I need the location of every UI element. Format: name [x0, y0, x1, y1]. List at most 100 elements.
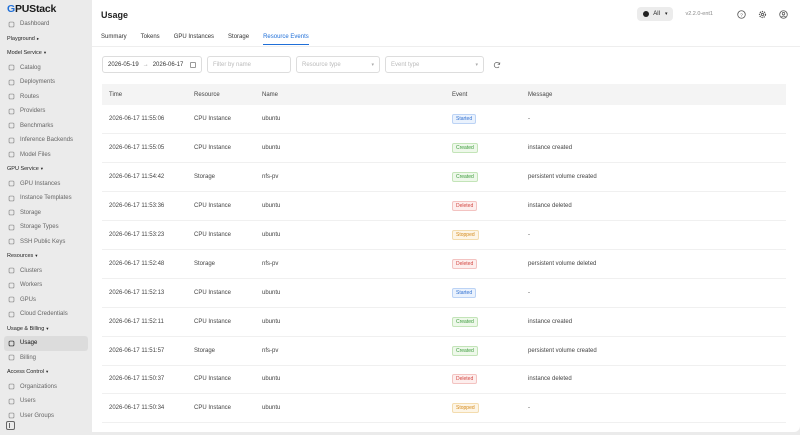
sidebar-item-gpu-instances[interactable]: GPU Instances	[0, 177, 92, 192]
caret-icon: ▾	[35, 253, 38, 259]
gpustack-logo[interactable]: G PUStack	[7, 3, 56, 15]
settings-gear-icon[interactable]	[757, 9, 767, 19]
sidebar-section-gpu-service[interactable]: GPU Service ▾	[0, 162, 92, 177]
sidebar-item-cloud-credentials[interactable]: Cloud Credentials	[0, 307, 92, 322]
sidebar-item-usage[interactable]: Usage	[4, 336, 88, 351]
sidebar-item-workers[interactable]: Workers	[0, 278, 92, 293]
cell-message: -	[528, 289, 530, 296]
date-start[interactable]: 2026-05-19	[108, 62, 139, 68]
resource-type-placeholder: Resource type	[302, 61, 341, 68]
date-range-picker[interactable]: 2026-05-19 → 2026-06-17	[102, 56, 202, 73]
sidebar-item-storage[interactable]: Storage	[0, 206, 92, 221]
name-filter-input[interactable]: Filter by name	[207, 56, 291, 73]
sidebar-item-organizations[interactable]: Organizations	[0, 380, 92, 395]
cell-time: 2026-06-17 11:52:13	[109, 289, 165, 296]
cell-resource: Storage	[194, 347, 216, 354]
sidebar-item-label: Workers	[20, 282, 43, 289]
chevron-down-icon: ▾	[475, 61, 478, 68]
cell-message: persistent volume created	[528, 347, 597, 354]
table-row: 2026-06-17 11:52:13 CPU Instance ubuntu Sta…	[102, 278, 786, 308]
sidebar-item-catalog[interactable]: Catalog	[0, 61, 92, 76]
sidebar-item-storage-types[interactable]: Storage Types	[0, 220, 92, 235]
help-icon[interactable]: ?	[736, 9, 746, 19]
benchmarks-icon	[7, 122, 15, 130]
sidebar-item-model-files[interactable]: Model Files	[0, 148, 92, 163]
workers-icon	[7, 281, 15, 289]
sidebar-item-billing[interactable]: Billing	[0, 351, 92, 366]
cell-resource: CPU Instance	[194, 232, 232, 238]
arrow-right-icon: →	[142, 61, 149, 68]
sidebar-item-routes[interactable]: Routes	[0, 90, 92, 105]
sidebar-item-label: Dashboard	[20, 21, 50, 28]
sidebar-item-label: Routes	[20, 93, 40, 100]
billing-icon	[7, 354, 15, 362]
user-avatar-icon[interactable]	[778, 9, 788, 19]
sidebar-item-label: Users	[20, 398, 36, 405]
event-status-badge: Stopped	[452, 403, 479, 414]
sidebar-item-label: Storage	[20, 209, 42, 216]
tab-summary[interactable]: Summary	[101, 34, 127, 45]
refresh-icon[interactable]	[492, 60, 501, 69]
page-title: Usage	[101, 10, 129, 20]
clusters-icon	[7, 267, 15, 275]
cell-name: nfs-pv	[262, 260, 279, 267]
sidebar-item-gpus[interactable]: GPUs	[0, 293, 92, 308]
scope-select[interactable]: All ▾	[637, 7, 674, 21]
sidebar-item-ssh-public-keys[interactable]: SSH Public Keys	[0, 235, 92, 250]
cell-name: ubuntu	[262, 289, 281, 296]
table-body: 2026-06-17 11:55:06 CPU Instance ubuntu Sta…	[102, 105, 786, 423]
event-status-badge: Created	[452, 345, 478, 356]
tab-storage[interactable]: Storage	[228, 34, 249, 45]
resource-type-select[interactable]: Resource type ▾	[296, 56, 380, 73]
cell-event: Created	[445, 336, 521, 365]
table-row: 2026-06-17 11:55:06 CPU Instance ubuntu Sta…	[102, 105, 786, 134]
tab-gpu-instances[interactable]: GPU Instances	[174, 34, 214, 45]
table-row: 2026-06-17 11:51:57 Storage nfs-pv Created p…	[102, 336, 786, 366]
cell-message: persistent volume deleted	[528, 260, 597, 267]
sidebar-section-access-control[interactable]: Access Control ▾	[0, 365, 92, 380]
sidebar-item-benchmarks[interactable]: Benchmarks	[0, 119, 92, 134]
catalog-icon	[7, 64, 15, 72]
cell-resource: Storage	[194, 174, 216, 181]
cell-resource: CPU Instance	[194, 405, 232, 412]
user-groups-icon	[7, 412, 15, 420]
cell-name: ubuntu	[262, 232, 281, 238]
templates-icon	[7, 194, 15, 202]
providers-icon	[7, 107, 15, 115]
caret-icon: ▸	[36, 35, 40, 41]
sidebar-section-resources[interactable]: Resources ▾	[0, 249, 92, 264]
caret-icon: ▾	[40, 166, 44, 172]
sidebar-item-inference-backends[interactable]: Inference Backends	[0, 133, 92, 148]
logo-g: G	[7, 3, 15, 15]
tab-tokens[interactable]: Tokens	[141, 34, 160, 45]
sidebar-item-instance-templates[interactable]: Instance Templates	[0, 191, 92, 206]
sidebar-item-users[interactable]: Users	[0, 394, 92, 409]
storage-icon	[7, 209, 15, 217]
cell-resource: CPU Instance	[194, 318, 232, 325]
sidebar-item-clusters[interactable]: Clusters	[0, 264, 92, 279]
table-row: 2026-06-17 11:50:37 CPU Instance ubuntu Del…	[102, 365, 786, 394]
collapse-sidebar-icon[interactable]	[6, 421, 15, 430]
table-row: 2026-06-17 11:53:36 CPU Instance ubuntu Del…	[102, 192, 786, 221]
event-status-badge: Created	[452, 172, 478, 183]
key-icon	[7, 238, 15, 246]
sidebar-item-dashboard[interactable]: Dashboard	[0, 17, 92, 32]
sidebar-section-playground[interactable]: Playground ▸	[0, 32, 92, 47]
sidebar-item-label: Catalog	[20, 64, 41, 71]
sidebar-item-providers[interactable]: Providers	[0, 104, 92, 119]
cell-event: Stopped	[445, 394, 521, 423]
sidebar-section-model-service[interactable]: Model Service ▾	[0, 46, 92, 61]
cell-message: persistent volume created	[528, 174, 597, 181]
cell-time: 2026-06-17 11:52:11	[109, 318, 164, 325]
cell-name: ubuntu	[262, 116, 281, 123]
event-type-select[interactable]: Event type ▾	[385, 56, 484, 73]
event-type-placeholder: Event type	[391, 61, 420, 68]
cell-event: Started	[445, 278, 521, 307]
sidebar-item-label: SSH Public Keys	[20, 238, 66, 245]
sidebar-item-deployments[interactable]: Deployments	[0, 75, 92, 90]
column-header-name: Name	[262, 91, 279, 98]
sidebar-section-usage-billing[interactable]: Usage & Billing ▾	[0, 322, 92, 337]
date-end[interactable]: 2026-06-17	[153, 62, 184, 68]
cell-time: 2026-06-17 11:54:42	[109, 174, 165, 181]
tab-resource-events[interactable]: Resource Events	[263, 34, 309, 45]
